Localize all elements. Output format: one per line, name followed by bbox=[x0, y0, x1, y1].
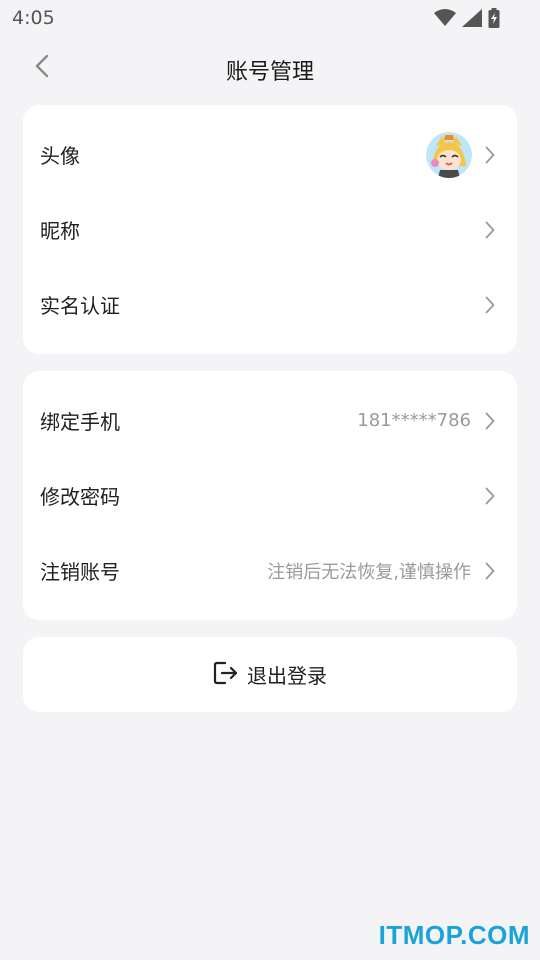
status-bar: 4:05 bbox=[0, 0, 540, 36]
logout-label: 退出登录 bbox=[247, 664, 327, 688]
cancel-account-hint: 注销后无法恢复,谨慎操作 bbox=[267, 561, 471, 583]
status-icons bbox=[434, 8, 500, 28]
chevron-right-icon bbox=[483, 561, 497, 581]
row-label: 修改密码 bbox=[40, 485, 120, 509]
phone-number-value: 181*****786 bbox=[357, 410, 471, 431]
chevron-right-icon bbox=[483, 486, 497, 506]
row-label: 头像 bbox=[40, 144, 80, 168]
status-time: 4:05 bbox=[12, 7, 55, 29]
chevron-right-icon bbox=[483, 220, 497, 240]
row-label: 实名认证 bbox=[40, 294, 120, 318]
nav-bar: 账号管理 bbox=[0, 40, 540, 96]
avatar bbox=[426, 131, 472, 178]
chevron-right-icon bbox=[483, 411, 497, 431]
signal-icon bbox=[462, 9, 482, 27]
logout-icon bbox=[213, 661, 239, 689]
page-title: 账号管理 bbox=[225, 60, 314, 85]
logout-button[interactable]: 退出登录 bbox=[23, 637, 517, 712]
avatar-row[interactable]: 头像 bbox=[23, 117, 517, 192]
nickname-row[interactable]: 昵称 bbox=[23, 192, 517, 267]
security-card: 绑定手机 181*****786 修改密码 注销账号 注销后无法恢复,谨慎操作 bbox=[23, 371, 517, 620]
row-label: 昵称 bbox=[40, 219, 80, 243]
row-label: 注销账号 bbox=[40, 560, 120, 584]
chevron-right-icon bbox=[483, 295, 497, 315]
bind-phone-row[interactable]: 绑定手机 181*****786 bbox=[23, 383, 517, 458]
profile-card: 头像 昵称 实名认证 bbox=[23, 105, 517, 354]
cancel-account-row[interactable]: 注销账号 注销后无法恢复,谨慎操作 bbox=[23, 533, 517, 608]
watermark: ITMOP.COM bbox=[378, 920, 530, 950]
real-name-verification-row[interactable]: 实名认证 bbox=[23, 267, 517, 342]
wifi-icon bbox=[434, 9, 456, 27]
battery-charging-icon bbox=[488, 8, 500, 28]
logout-card: 退出登录 bbox=[23, 637, 517, 712]
row-label: 绑定手机 bbox=[40, 410, 120, 434]
chevron-right-icon bbox=[483, 145, 497, 165]
change-password-row[interactable]: 修改密码 bbox=[23, 458, 517, 533]
